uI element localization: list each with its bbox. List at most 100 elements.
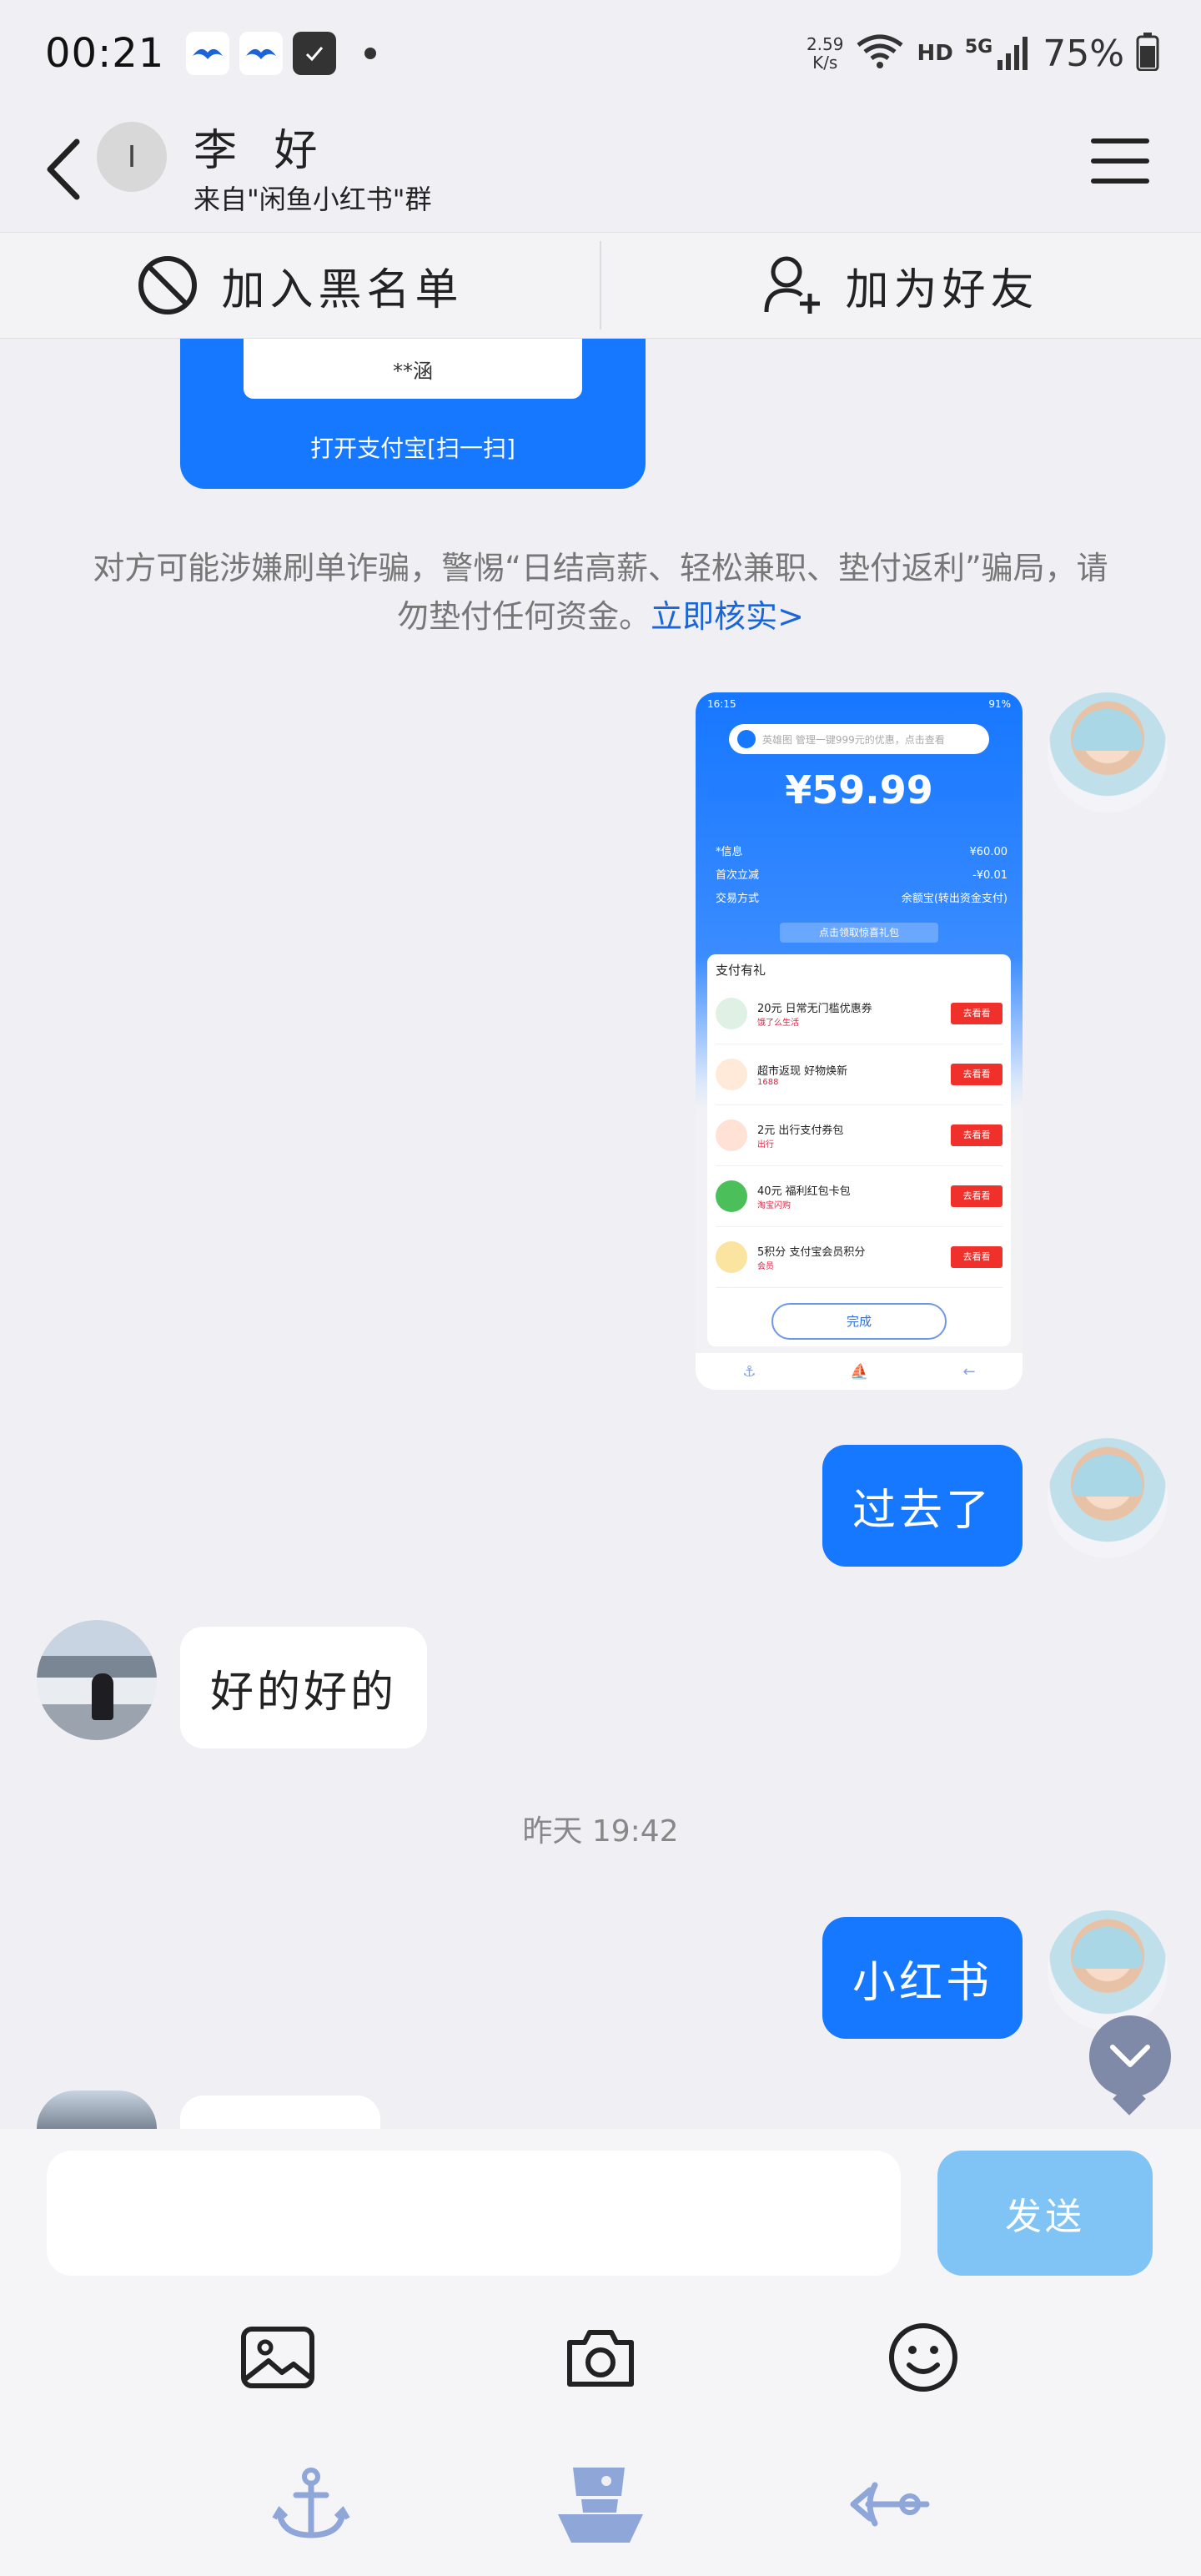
- screenshot-detail-label: 交易方式: [716, 893, 760, 905]
- offer-title: 2元 出行支付券包: [757, 1124, 844, 1137]
- network-speed: 2.59 K/s: [807, 35, 844, 72]
- screenshot-back-icon: ←: [962, 1362, 976, 1381]
- screenshot-offer: 5积分 支付宝会员积分会员 去看看: [716, 1227, 1003, 1288]
- contact-avatar[interactable]: I: [97, 122, 167, 192]
- offer-title: 20元 日常无门槛优惠券: [757, 1003, 872, 1015]
- offer-icon: [716, 998, 747, 1029]
- message-bubble-in[interactable]: 好的好的: [180, 1627, 427, 1748]
- block-icon: [138, 256, 198, 314]
- screenshot-payment-details: *信息 ¥60.00 首次立减 -¥0.01 交易方式 余额宝(转出资金支付): [716, 841, 1008, 911]
- offer-text: 20元 日常无门槛优惠券 饿了么生活: [757, 999, 951, 1028]
- add-friend-icon: [764, 256, 821, 314]
- contact-source: 来自"闲鱼小红书"群: [193, 184, 432, 215]
- offer-tag: 饿了么生活: [757, 1019, 799, 1028]
- screenshot-tip: 点击领取惊喜礼包: [780, 923, 938, 943]
- offer-tag: 会员: [757, 1262, 774, 1271]
- offer-title: 5积分 支付宝会员积分: [757, 1246, 866, 1259]
- back-button[interactable]: [38, 132, 88, 207]
- offer-title: 超市返现 好物焕新: [757, 1065, 848, 1078]
- screenshot-offer: 超市返现 好物焕新 1688 去看看: [716, 1044, 1003, 1105]
- signal-type-label: 5G: [964, 37, 993, 58]
- qr-card-footer: 打开支付宝[扫一扫]: [310, 435, 515, 462]
- add-friend-button[interactable]: 加为好友: [601, 233, 1201, 338]
- screenshot-detail-value: -¥0.01: [972, 869, 1008, 882]
- payee-name-box: **涵: [244, 339, 582, 399]
- nav-back-button[interactable]: [836, 2454, 944, 2554]
- offer-tag: 出行: [757, 1140, 774, 1150]
- screenshot-status-time: 16:15: [707, 698, 736, 710]
- task-app-icon: [293, 32, 337, 75]
- verify-link[interactable]: 立即核实>: [651, 598, 804, 635]
- my-avatar[interactable]: [1048, 692, 1168, 813]
- message-bubble-out[interactable]: 小红书: [822, 1917, 1023, 2039]
- payment-qr-card[interactable]: **涵 打开支付宝[扫一扫]: [180, 339, 646, 489]
- camera-button[interactable]: [559, 2316, 642, 2399]
- avatar-initial: I: [127, 139, 137, 174]
- fraud-warning: 对方可能涉嫌刷单诈骗，警惕“日结高薪、轻松兼职、垫付返利”骗局，请勿垫付任何资金…: [92, 544, 1109, 641]
- battery-percent: 75%: [1043, 32, 1124, 75]
- offer-icon: [716, 1180, 747, 1212]
- screenshot-anchor-icon: ⚓: [742, 1362, 756, 1381]
- contact-avatar-chat[interactable]: [37, 1620, 157, 1740]
- emoji-button[interactable]: [882, 2316, 965, 2399]
- image-button[interactable]: [236, 2316, 319, 2399]
- cellular-signal-icon: 5G: [965, 37, 1031, 70]
- scroll-to-bottom-button[interactable]: [1089, 2015, 1171, 2097]
- back-arrow-icon: [47, 138, 80, 200]
- menu-icon-line: [1091, 138, 1149, 143]
- payee-masked-name: **涵: [393, 359, 433, 383]
- screenshot-status-bar: 16:15 91%: [696, 692, 1023, 716]
- message-bubble-out[interactable]: 过去了: [822, 1445, 1023, 1567]
- offer-button: 去看看: [951, 1064, 1003, 1085]
- screenshot-done-button: 完成: [771, 1303, 947, 1340]
- composer: 发送: [0, 2129, 1201, 2576]
- offer-tag: 淘宝闪购: [757, 1201, 791, 1210]
- screenshot-detail-label: *信息: [716, 846, 743, 858]
- my-avatar[interactable]: [1048, 1438, 1168, 1558]
- trident-icon: [850, 2482, 930, 2527]
- screenshot-search-text: 英雄图 管理一键999元的优惠，点击查看: [762, 733, 945, 746]
- nav-anchor-button[interactable]: [257, 2454, 365, 2554]
- message-bubble-in-partial[interactable]: [180, 2096, 380, 2129]
- send-button[interactable]: 发送: [937, 2151, 1153, 2276]
- more-notifications-dot: [364, 48, 377, 59]
- status-bar: 00:21 2.59 K/s HD 5G 75%: [0, 0, 1201, 107]
- offer-tag: 1688: [757, 1078, 779, 1087]
- offer-text: 40元 福利红包卡包淘宝闪购: [757, 1182, 951, 1210]
- camera-icon: [566, 2330, 634, 2387]
- image-icon: [241, 2327, 315, 2388]
- message-input[interactable]: [47, 2151, 901, 2276]
- screenshot-amount: ¥59.99: [785, 767, 933, 813]
- screenshot-ship-icon: ⛵: [850, 1362, 869, 1381]
- screenshot-search-icon: [737, 730, 756, 748]
- offer-button: 去看看: [951, 1124, 1003, 1146]
- menu-icon-line: [1091, 179, 1149, 184]
- fraud-warning-text: 对方可能涉嫌刷单诈骗，警惕“日结高薪、轻松兼职、垫付返利”骗局，请勿垫付任何资金…: [93, 550, 1108, 635]
- screenshot-detail-row: *信息 ¥60.00: [716, 841, 1008, 864]
- screenshot-detail-row: 首次立减 -¥0.01: [716, 864, 1008, 888]
- composer-tools: [0, 2307, 1201, 2407]
- chevron-down-icon: [1110, 2045, 1150, 2067]
- bottom-navigation: [0, 2433, 1201, 2576]
- network-speed-value: 2.59: [806, 34, 844, 54]
- status-time: 00:21: [45, 30, 165, 77]
- screenshot-offers-panel: 支付有礼 20元 日常无门槛优惠券 饿了么生活 去看看 超市返现 好物焕新 1688…: [707, 954, 1011, 1346]
- offer-button: 去看看: [951, 1246, 1003, 1268]
- screenshot-offer: 40元 福利红包卡包 淘宝闪购 去看看: [716, 1166, 1003, 1227]
- block-button[interactable]: 加入黑名单: [0, 233, 600, 338]
- offer-title: 40元 福利红包卡包: [757, 1185, 851, 1198]
- screenshot-detail-value: 余额宝(转出资金支付): [901, 893, 1008, 905]
- image-message-screenshot[interactable]: 16:15 91% 英雄图 管理一键999元的优惠，点击查看 ¥59.99 *信…: [696, 692, 1023, 1390]
- system-indicators: 2.59 K/s HD 5G 75%: [807, 33, 1159, 75]
- screenshot-bottom-nav: ⚓ ⛵ ←: [696, 1353, 1023, 1390]
- anchor-icon: [272, 2468, 350, 2538]
- offer-text: 2元 出行支付券包 出行: [757, 1121, 951, 1150]
- offer-icon: [716, 1119, 747, 1151]
- screenshot-search-bar: 英雄图 管理一键999元的优惠，点击查看: [729, 724, 989, 754]
- nav-home-button[interactable]: [546, 2454, 655, 2554]
- menu-button[interactable]: [1091, 132, 1149, 190]
- xianyu-app-icon-2: [239, 32, 284, 75]
- offer-icon: [716, 1241, 747, 1273]
- my-avatar[interactable]: [1048, 1910, 1168, 2030]
- contact-avatar-chat[interactable]: [37, 2090, 157, 2129]
